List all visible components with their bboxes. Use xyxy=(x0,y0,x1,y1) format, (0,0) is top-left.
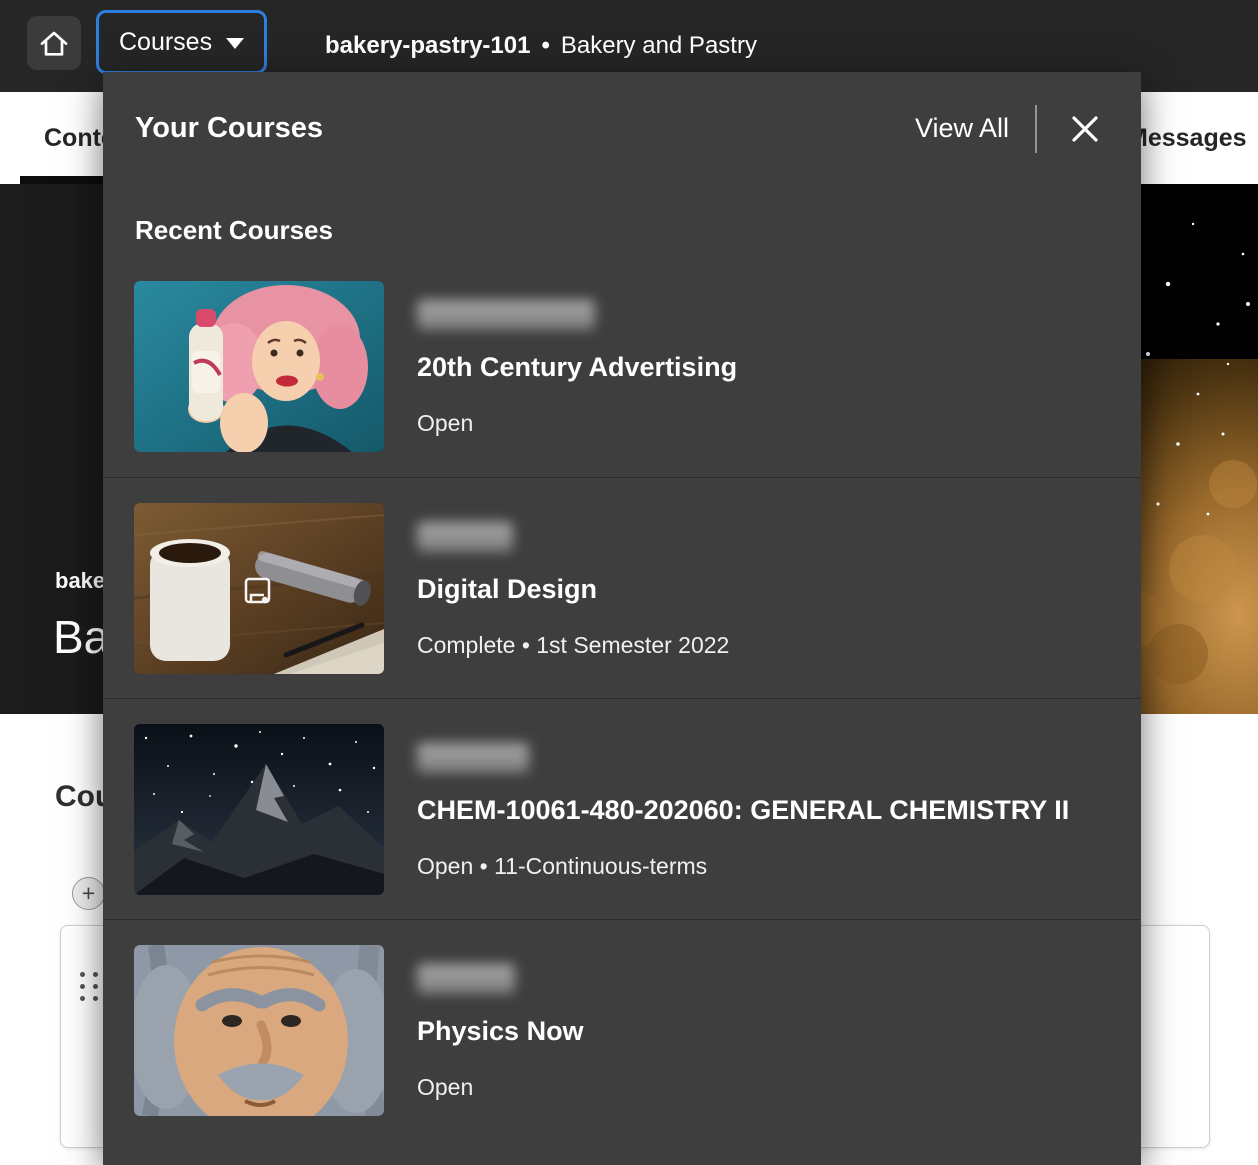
tab-messages[interactable]: Messages xyxy=(1127,92,1247,184)
panel-header: Your Courses View All xyxy=(103,72,1141,185)
course-thumbnail-physics xyxy=(134,945,384,1116)
breadcrumb-separator: • xyxy=(541,32,549,59)
course-card[interactable]: 20th Century Advertising Open xyxy=(103,256,1141,477)
blurred-course-id xyxy=(417,300,595,330)
course-info: CHEM-10061-480-202060: GENERAL CHEMISTRY… xyxy=(417,739,1069,880)
view-all-link[interactable]: View All xyxy=(915,113,1009,144)
recent-courses-list: 20th Century Advertising Open xyxy=(103,256,1141,1140)
course-thumbnail-digital-design xyxy=(134,503,384,674)
chevron-down-icon xyxy=(226,38,244,49)
course-title: 20th Century Advertising xyxy=(417,352,737,383)
header-divider xyxy=(1035,105,1037,153)
recent-courses-heading: Recent Courses xyxy=(135,215,1141,246)
course-title: Physics Now xyxy=(417,1016,584,1047)
course-thumbnail-advertising xyxy=(134,281,384,452)
courses-dropdown-panel: Your Courses View All Recent Courses xyxy=(103,72,1141,1165)
course-thumbnail-chemistry xyxy=(134,724,384,895)
course-status: Open xyxy=(417,1074,584,1101)
close-icon xyxy=(1068,112,1102,146)
course-card[interactable]: Digital Design Complete • 1st Semester 2… xyxy=(103,477,1141,698)
blurred-course-id xyxy=(417,743,529,773)
close-button[interactable] xyxy=(1063,107,1107,151)
home-button[interactable] xyxy=(27,16,81,70)
add-content-button[interactable]: + xyxy=(72,877,105,910)
course-info: Physics Now Open xyxy=(417,960,584,1101)
home-icon xyxy=(36,25,72,61)
panel-title: Your Courses xyxy=(135,112,323,145)
panel-header-actions: View All xyxy=(915,105,1107,153)
courses-menu-button[interactable]: Courses xyxy=(96,10,267,74)
breadcrumb-course-name: Bakery and Pastry xyxy=(561,32,757,59)
active-tab-indicator xyxy=(20,176,115,184)
courses-menu-label: Courses xyxy=(119,28,212,57)
course-info: 20th Century Advertising Open xyxy=(417,296,737,437)
course-title: Digital Design xyxy=(417,574,729,605)
blurred-course-id xyxy=(417,964,515,994)
course-info: Digital Design Complete • 1st Semester 2… xyxy=(417,518,729,659)
grip-dots-icon[interactable] xyxy=(80,972,98,1001)
breadcrumb-course-id: bakery-pastry-101 xyxy=(325,32,530,59)
course-status: Complete • 1st Semester 2022 xyxy=(417,632,729,659)
course-status: Open xyxy=(417,410,737,437)
course-status: Open • 11-Continuous-terms xyxy=(417,853,1069,880)
blurred-course-id xyxy=(417,522,513,552)
course-card[interactable]: CHEM-10061-480-202060: GENERAL CHEMISTRY… xyxy=(103,698,1141,919)
course-card[interactable]: Physics Now Open xyxy=(103,919,1141,1140)
screen: Courses bakery-pastry-101 • Bakery and Pas… xyxy=(0,0,1258,1165)
course-title: CHEM-10061-480-202060: GENERAL CHEMISTRY… xyxy=(417,795,1069,826)
